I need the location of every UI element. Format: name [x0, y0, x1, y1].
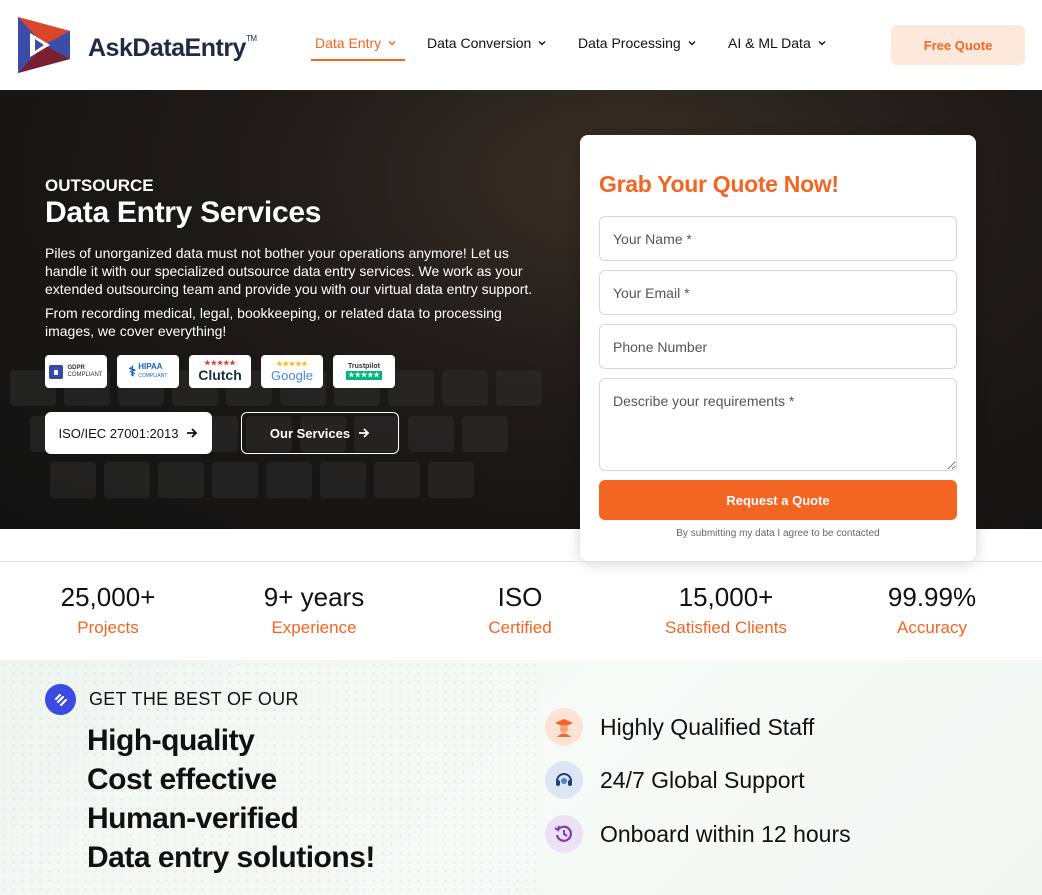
badge-label: GDPR [67, 364, 85, 371]
nav-ai-ml-data[interactable]: AI & ML Data [728, 35, 827, 51]
stat-value: 15,000+ [678, 582, 774, 612]
badge-label: Trustpilot [348, 363, 380, 370]
stat-label: Accuracy [897, 618, 967, 637]
email-field[interactable] [599, 270, 957, 315]
stat-item: 99.99% Accuracy [832, 582, 1032, 638]
stat-value: 99.99% [887, 582, 977, 612]
nav-label: Data Conversion [427, 35, 532, 51]
hero-paragraph: From recording medical, legal, bookkeepi… [45, 305, 502, 339]
request-quote-button[interactable]: Request a Quote [599, 480, 957, 520]
hero-paragraph: Piles of unorganized data must not bothe… [45, 245, 533, 297]
stat-label: Projects [77, 618, 139, 637]
section-eyebrow: GET THE BEST OF OUR [89, 689, 299, 709]
badge-stars: ★★★★★ [346, 371, 382, 380]
nav-label: Data Processing [578, 35, 681, 51]
stat-label: Certified [488, 618, 552, 637]
stat-item: ISO Certified [420, 582, 620, 638]
badge-label: Clutch [198, 367, 242, 383]
chevron-down-icon [818, 41, 826, 46]
logo-text: AskDataEntryTM [88, 34, 257, 62]
benefits-section: GET THE BEST OF OUR High-quality Cost ef… [0, 660, 1042, 895]
arrow-right-icon [187, 428, 198, 438]
headline-line: Human-verified [87, 802, 299, 835]
requirements-field[interactable] [599, 378, 957, 471]
badge-stars: ★★★★★ [276, 360, 308, 368]
hero-eyebrow: OUTSOURCE [45, 176, 154, 195]
button-label: ISO/IEC 27001:2013 [58, 425, 179, 441]
divider [0, 561, 1042, 562]
hipaa-badge: ⚕ HIPAA COMPLIANT [117, 355, 179, 388]
stat-value: 9+ years [263, 582, 365, 612]
arrow-right-icon [359, 428, 370, 438]
logo[interactable]: AskDataEntryTM [16, 15, 257, 75]
graduate-icon [545, 708, 583, 746]
badge-sub: COMPLIANT [67, 371, 103, 378]
clock-history-icon [545, 815, 583, 853]
trustpilot-badge: Trustpilot ★★★★★ [333, 355, 395, 388]
headline-line: High-quality [87, 724, 255, 757]
google-badge: ★★★★★ Google [261, 355, 323, 388]
nav-active-indicator [311, 59, 405, 61]
form-title: Grab Your Quote Now! [599, 171, 839, 197]
hero-title: Data Entry Services [45, 196, 322, 229]
feature-label: Onboard within 12 hours [600, 820, 851, 847]
our-services-button[interactable]: Our Services [241, 412, 399, 454]
feature-item: Highly Qualified Staff [545, 708, 814, 746]
clutch-badge: ★★★★★ Clutch [189, 355, 251, 388]
form-consent-note: By submitting my data I agree to be cont… [676, 528, 880, 539]
stat-value: ISO [497, 582, 543, 612]
gdpr-icon [49, 364, 64, 379]
nav-data-conversion[interactable]: Data Conversion [427, 35, 547, 51]
stat-value: 25,000+ [60, 582, 156, 612]
sparkle-icon [45, 684, 76, 715]
stat-label: Satisfied Clients [665, 618, 787, 637]
trust-badges: GDPR COMPLIANT ⚕ HIPAA COMPLIANT ★★★★★ Clu… [45, 355, 395, 388]
nav-data-entry[interactable]: Data Entry [315, 35, 397, 51]
caduceus-icon: ⚕ [128, 363, 137, 379]
gdpr-badge: GDPR COMPLIANT [45, 355, 107, 388]
chevron-down-icon [538, 41, 546, 46]
headset-icon [545, 761, 583, 799]
button-label: Our Services [269, 425, 351, 441]
headline-line: Data entry solutions! [87, 841, 375, 874]
free-quote-button[interactable]: Free Quote [891, 25, 1025, 65]
stat-item: 9+ years Experience [214, 582, 414, 638]
feature-item: 24/7 Global Support [545, 761, 805, 799]
logo-mark-icon [18, 17, 70, 73]
stat-item: 25,000+ Projects [8, 582, 208, 638]
quote-form: Grab Your Quote Now! Request a Quote By … [580, 135, 976, 561]
feature-label: 24/7 Global Support [600, 766, 805, 793]
stat-item: 15,000+ Satisfied Clients [626, 582, 826, 638]
chevron-down-icon [688, 41, 696, 46]
name-field[interactable] [599, 216, 957, 261]
feature-item: Onboard within 12 hours [545, 815, 851, 853]
nav-label: Data Entry [315, 35, 382, 51]
nav-data-processing[interactable]: Data Processing [578, 35, 697, 51]
badge-label: HIPAA [138, 362, 163, 371]
nav-label: AI & ML Data [728, 35, 811, 51]
trademark: TM [245, 34, 257, 43]
feature-label: Highly Qualified Staff [600, 713, 815, 740]
badge-sub: COMPLIANT [138, 373, 168, 379]
chevron-down-icon [388, 41, 396, 46]
badge-label: Google [271, 367, 313, 383]
phone-field[interactable] [599, 324, 957, 369]
iso-certificate-button[interactable]: ISO/IEC 27001:2013 [45, 412, 212, 454]
badge-stars: ★★★★★ [204, 360, 236, 367]
headline-line: Cost effective [87, 763, 277, 796]
site-header: AskDataEntryTM Data Entry Data Conversio… [0, 0, 1042, 90]
stat-label: Experience [271, 618, 357, 637]
